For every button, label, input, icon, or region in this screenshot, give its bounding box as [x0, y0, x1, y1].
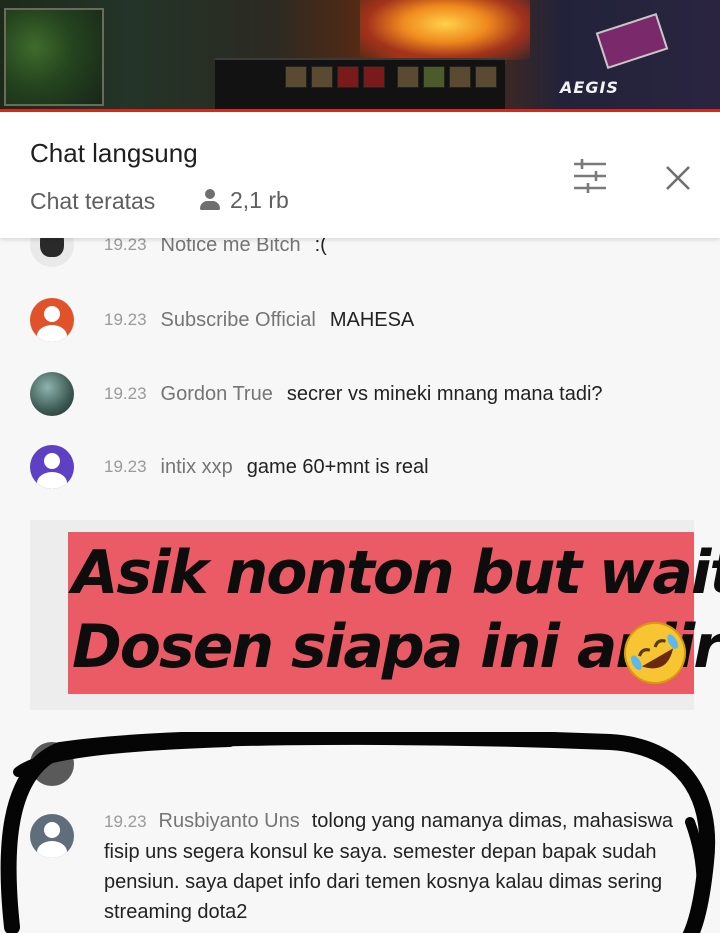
- game-minimap: [4, 8, 104, 106]
- avatar[interactable]: [30, 445, 74, 489]
- message-author[interactable]: Subscribe Official: [161, 309, 316, 332]
- game-hud: [215, 58, 505, 110]
- team-banner: [595, 13, 669, 69]
- message-time: 19.23: [104, 310, 147, 329]
- message-body: 19.23 Rusbiyanto Uns tolong yang namanya d…: [104, 806, 674, 927]
- chat-mode-selector[interactable]: Chat teratas: [30, 188, 155, 215]
- aegis-overlay-label: AEGIS: [560, 78, 619, 97]
- viewers-icon: [198, 189, 222, 211]
- message-text: MAHESA: [329, 308, 415, 331]
- avatar[interactable]: [30, 814, 74, 858]
- message-author[interactable]: Gordon True: [161, 383, 273, 406]
- message-text: secrer vs mineki mnang mana tadi?: [286, 382, 603, 405]
- filter-icon[interactable]: [568, 154, 612, 198]
- message-author[interactable]: Rusbiyanto Uns: [159, 810, 300, 832]
- close-icon[interactable]: [656, 156, 700, 200]
- screenshot: AEGIS Chat langsung Chat teratas 2,1 rb: [0, 0, 720, 933]
- avatar[interactable]: [30, 372, 74, 416]
- meme-caption-line-1: Asik nonton but wait..: [72, 538, 720, 608]
- viewer-count: 2,1 rb: [198, 186, 289, 214]
- message-time: 19.23: [104, 384, 147, 403]
- viewer-count-label: 2,1 rb: [230, 186, 289, 213]
- chat-title: Chat langsung: [30, 138, 198, 168]
- avatar[interactable]: [30, 298, 74, 342]
- message-time: 19.23: [104, 812, 147, 831]
- chat-header: Chat langsung Chat teratas 2,1 rb: [0, 112, 720, 238]
- avatar[interactable]: [30, 742, 74, 786]
- message-time: 19.23: [104, 235, 147, 254]
- fire-effect: [360, 0, 530, 60]
- message-text: game 60+mnt is real: [246, 455, 429, 478]
- chat-message: 19.23 intix xxp game 60+mnt is real: [30, 444, 429, 490]
- stream-video[interactable]: AEGIS: [0, 0, 720, 112]
- message-author[interactable]: intix xxp: [161, 456, 233, 479]
- chat-message: 19.23 Subscribe Official MAHESA: [30, 297, 414, 343]
- message-time: 19.23: [104, 457, 147, 476]
- rolling-laughing-emoji-icon: [620, 618, 690, 688]
- chat-message: 19.23 Gordon True secrer vs mineki mnang…: [30, 371, 603, 417]
